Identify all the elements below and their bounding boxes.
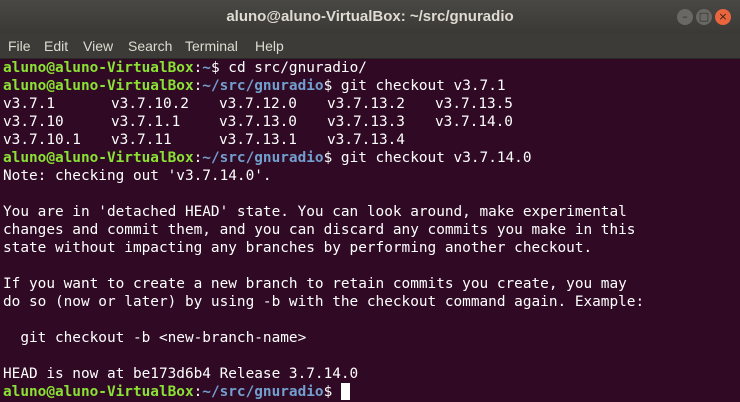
tag-name: v3.7.10: [3, 114, 64, 130]
terminal-scrollbar[interactable]: [736, 59, 740, 402]
prompt-user-host: aluno@aluno-VirtualBox: [3, 150, 194, 166]
tag-row: v3.7.10.1 v3.7.11 v3.7.13.1 v3.7.13.4: [3, 131, 740, 149]
prompt-line: aluno@aluno-VirtualBox:~/src/gnuradio$ g…: [3, 149, 740, 167]
maximize-button[interactable]: □: [696, 9, 712, 25]
tag-name: v3.7.13.4: [327, 132, 405, 148]
tag-name: v3.7.13.2: [327, 96, 405, 112]
prompt-separator: :: [193, 384, 203, 400]
command-text: git checkout v3.7.1: [340, 78, 506, 94]
output-line: Note: checking out 'v3.7.14.0'.: [3, 168, 272, 184]
menu-help[interactable]: Help: [255, 34, 284, 58]
menu-search[interactable]: Search: [128, 34, 172, 58]
tag-name: v3.7.1.1: [111, 114, 181, 130]
prompt-line: aluno@aluno-VirtualBox:~$ cd src/gnuradi…: [3, 59, 740, 77]
prompt-line: aluno@aluno-VirtualBox:~/src/gnuradio$: [3, 383, 740, 401]
prompt-user-host: aluno@aluno-VirtualBox: [3, 384, 194, 400]
menu-bar: File Edit View Search Terminal Help: [0, 34, 740, 59]
terminal-window: aluno@aluno-VirtualBox: ~/src/gnuradio –…: [0, 0, 740, 402]
prompt-separator: :: [193, 78, 203, 94]
minimize-button[interactable]: –: [677, 9, 693, 25]
tag-row: v3.7.10 v3.7.1.1 v3.7.13.0 v3.7.13.3 v3.7.14…: [3, 113, 740, 131]
text-cursor: [340, 383, 350, 400]
title-bar[interactable]: aluno@aluno-VirtualBox: ~/src/gnuradio –…: [0, 0, 740, 34]
menu-view[interactable]: View: [83, 34, 113, 58]
output-line: state without impacting any branches by …: [3, 240, 593, 256]
window-title: aluno@aluno-VirtualBox: ~/src/gnuradio: [226, 8, 514, 25]
tag-name: v3.7.13.5: [435, 96, 513, 112]
tag-name: v3.7.10.2: [111, 96, 189, 112]
terminal-output[interactable]: aluno@aluno-VirtualBox:~$ cd src/gnuradi…: [0, 59, 740, 402]
output-line: changes and commit them, and you can dis…: [3, 222, 636, 238]
prompt-path: ~/src/gnuradio: [202, 78, 324, 94]
prompt-symbol: $: [323, 150, 341, 166]
tag-name: v3.7.13.1: [219, 132, 297, 148]
command-text: git checkout v3.7.14.0: [340, 150, 532, 166]
tag-row: v3.7.1 v3.7.10.2 v3.7.12.0 v3.7.13.2 v3.7.13…: [3, 95, 740, 113]
prompt-separator: :: [193, 60, 203, 76]
tag-name: v3.7.14.0: [435, 114, 513, 130]
menu-edit[interactable]: Edit: [44, 34, 68, 58]
output-line: HEAD is now at be173d6b4 Release 3.7.14.…: [3, 366, 359, 382]
tag-name: v3.7.10.1: [3, 132, 81, 148]
close-button[interactable]: ×: [715, 9, 731, 25]
prompt-symbol: $: [323, 78, 341, 94]
prompt-path: ~/src/gnuradio: [202, 384, 324, 400]
tag-name: v3.7.12.0: [219, 96, 297, 112]
menu-terminal[interactable]: Terminal: [185, 34, 238, 58]
tag-name: v3.7.13.0: [219, 114, 297, 130]
output-line: If you want to create a new branch to re…: [3, 276, 627, 292]
prompt-separator: :: [193, 150, 203, 166]
prompt-path: ~: [202, 60, 211, 76]
output-line: git checkout -b <new-branch-name>: [3, 330, 307, 346]
prompt-user-host: aluno@aluno-VirtualBox: [3, 78, 194, 94]
command-text: cd src/gnuradio/: [228, 60, 367, 76]
tag-name: v3.7.1: [3, 96, 55, 112]
tag-name: v3.7.11: [111, 132, 172, 148]
prompt-line: aluno@aluno-VirtualBox:~/src/gnuradio$ g…: [3, 77, 740, 95]
output-line: You are in 'detached HEAD' state. You ca…: [3, 204, 627, 220]
prompt-symbol: $: [210, 60, 229, 76]
menu-file[interactable]: File: [8, 34, 31, 58]
tag-name: v3.7.13.3: [327, 114, 405, 130]
prompt-path: ~/src/gnuradio: [202, 150, 324, 166]
output-line: do so (now or later) by using -b with th…: [3, 294, 645, 310]
prompt-user-host: aluno@aluno-VirtualBox: [3, 60, 194, 76]
prompt-symbol: $: [323, 384, 341, 400]
